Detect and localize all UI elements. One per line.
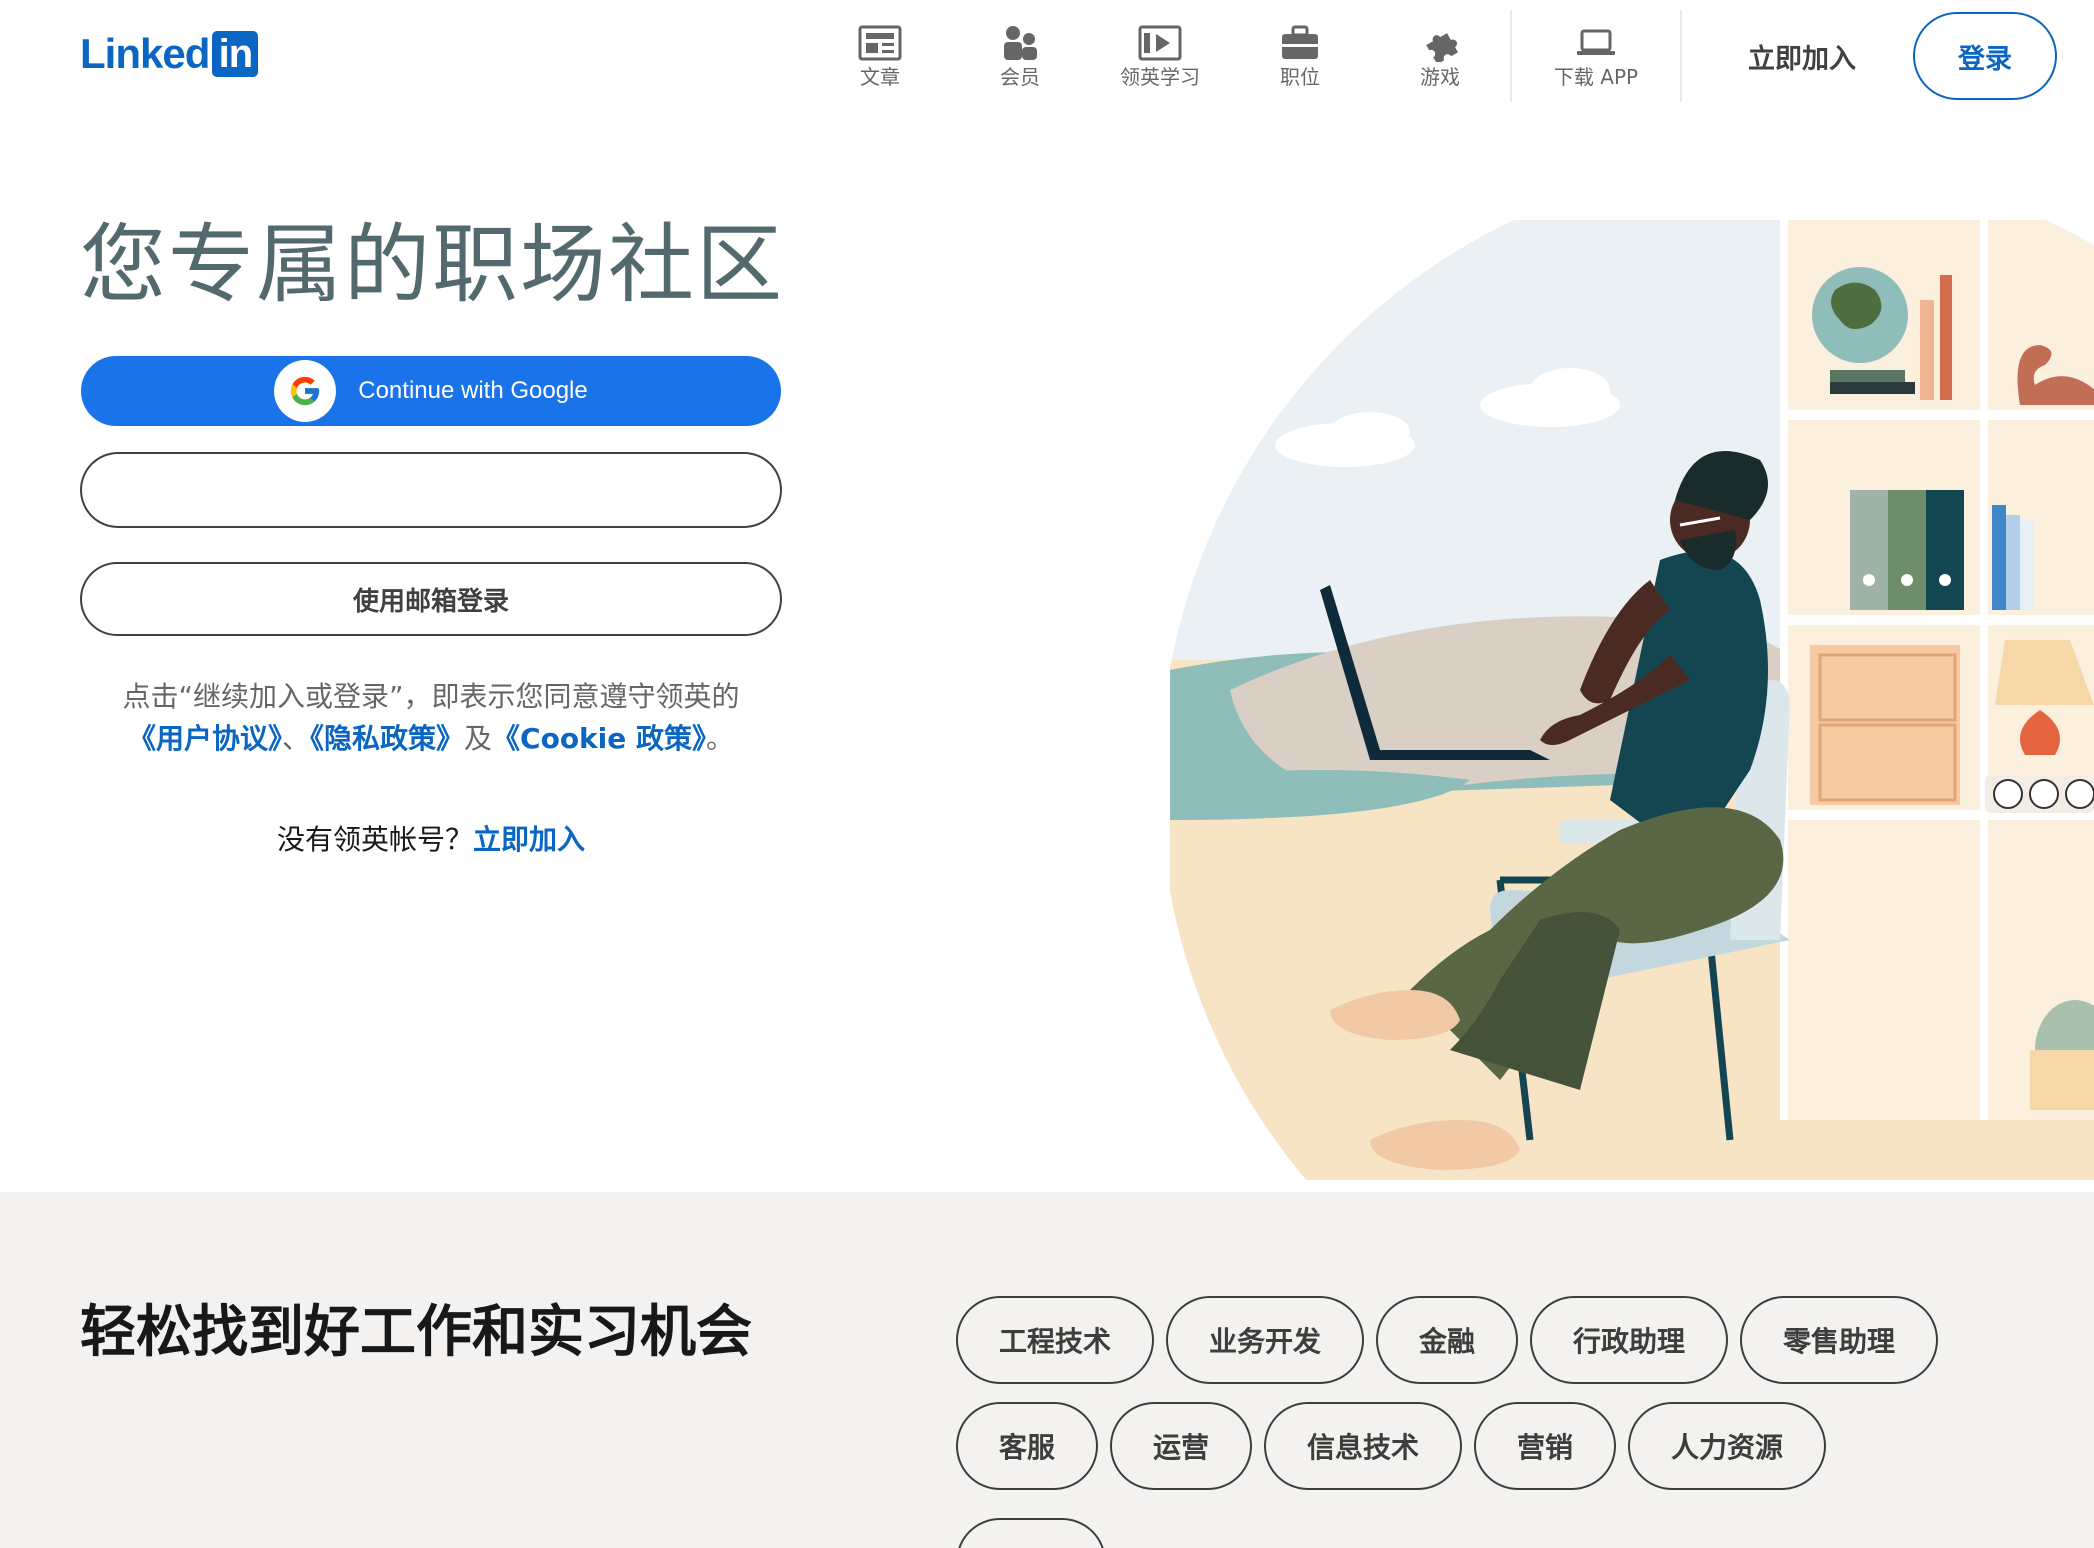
briefcase-icon (1278, 23, 1322, 63)
user-agreement-link[interactable]: 《用户协议》 (128, 722, 282, 755)
job-category-pill[interactable]: 工程技术 (956, 1296, 1154, 1384)
nav-item-people[interactable]: 会员 (950, 10, 1090, 102)
job-category-pill[interactable]: 金融 (1376, 1296, 1518, 1384)
cookie-policy-link[interactable]: 《Cookie 政策》 (492, 722, 706, 755)
signup-join-link[interactable]: 立即加入 (473, 823, 585, 856)
google-logo-icon (274, 360, 337, 422)
linkedin-logo[interactable]: Linked in (80, 30, 259, 78)
job-category-pill[interactable]: 客服 (956, 1402, 1098, 1490)
learning-icon (1138, 23, 1182, 63)
sign-in-with-email-button[interactable]: 使用邮箱登录 (80, 562, 782, 636)
privacy-policy-link[interactable]: 《隐私政策》 (310, 722, 464, 755)
job-category-pill[interactable]: 人力资源 (1628, 1402, 1826, 1490)
hero-illustration (1170, 220, 2094, 1180)
sign-in-button[interactable]: 登录 (1913, 12, 2057, 100)
nav-label: 会员 (1000, 65, 1040, 89)
jobs-section-title: 轻松找到好工作和实习机会 (80, 1300, 752, 1365)
logo-in-box: in (212, 31, 259, 77)
job-category-pill[interactable]: 信息技术 (1264, 1402, 1462, 1490)
job-category-pill[interactable]: 行政助理 (1530, 1296, 1728, 1384)
legal-and: 及 (464, 722, 493, 755)
legal-prefix: 点击“继续加入或登录”，即表示您同意遵守领英的 (122, 680, 740, 713)
legal-separator: 、 (281, 722, 310, 755)
puzzle-icon (1418, 23, 1462, 63)
logo-wordmark: Linked (80, 30, 210, 77)
job-category-pill[interactable]: 营销 (1474, 1402, 1616, 1490)
nav-label: 下载 APP (1553, 65, 1639, 89)
top-nav-bar: Linked in 文章 会员 领英学习 职位 游戏 下载 APP 立即加入 登… (0, 0, 2094, 112)
sign-in-option-button[interactable] (80, 452, 782, 528)
job-category-pill[interactable]: 业务开发 (1166, 1296, 1364, 1384)
nav-item-learning[interactable]: 领英学习 (1090, 10, 1230, 102)
legal-end: 。 (706, 722, 735, 755)
nav-item-jobs[interactable]: 职位 (1230, 10, 1370, 102)
nav-label: 文章 (860, 65, 900, 89)
job-category-pill[interactable]: 零售助理 (1740, 1296, 1938, 1384)
signup-prompt-text: 没有领英帐号？ (276, 823, 473, 856)
nav-item-games[interactable]: 游戏 (1370, 10, 1510, 102)
nav-label: 职位 (1280, 65, 1320, 89)
people-icon (998, 23, 1042, 63)
hero-title: 您专属的职场社区 (80, 215, 784, 315)
nav-label: 领英学习 (1120, 65, 1200, 89)
signup-prompt: 没有领英帐号？立即加入 (80, 818, 782, 858)
articles-icon (858, 23, 902, 63)
job-category-pill[interactable]: 运营 (1110, 1402, 1252, 1490)
nav-item-articles[interactable]: 文章 (810, 10, 950, 102)
legal-notice: 点击“继续加入或登录”，即表示您同意遵守领英的 《用户协议》、《隐私政策》及《C… (80, 676, 782, 760)
join-now-link[interactable]: 立即加入 (1720, 28, 1884, 84)
main-nav: 文章 会员 领英学习 职位 游戏 下载 APP (810, 10, 1682, 102)
google-button-label: Continue with Google (358, 377, 588, 404)
nav-divider (1680, 10, 1682, 102)
nav-item-download-app[interactable]: 下载 APP (1512, 10, 1680, 102)
nav-label: 游戏 (1420, 65, 1460, 89)
continue-with-google-button[interactable]: Continue with Google (81, 356, 781, 426)
laptop-icon (1574, 23, 1618, 63)
